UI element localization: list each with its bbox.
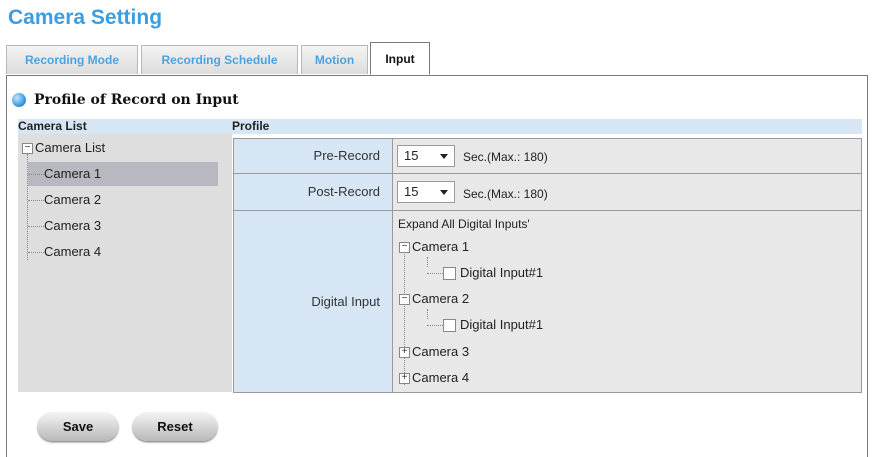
camera-list-header: Camera List (18, 119, 87, 133)
di-camera-4-label: Camera 4 (412, 370, 470, 385)
pre-record-cell: 15 Sec.(Max.: 180) (392, 138, 862, 174)
chevron-down-icon (440, 154, 448, 159)
tab-input[interactable]: Input (370, 42, 430, 75)
profile-header: Profile (232, 119, 270, 133)
tree-connector (404, 251, 405, 385)
di-camera-1-input-label: Digital Input#1 (460, 265, 544, 280)
post-record-value: 15 (404, 184, 419, 199)
page-title: Camera Setting (8, 6, 163, 29)
camera-4-label: Camera 4 (44, 244, 102, 259)
tree-branch-icon (28, 174, 44, 176)
di-camera-2-label: Camera 2 (412, 291, 470, 306)
tree-root-label: Camera List (35, 140, 106, 155)
di-input-node: Digital Input#1 (427, 317, 544, 333)
digital-input-label: Digital Input (233, 210, 393, 393)
save-button[interactable]: Save (38, 413, 118, 441)
section-bullet-icon (12, 93, 26, 107)
camera-1-label: Camera 1 (44, 166, 102, 181)
digital-input-checkbox[interactable] (443, 267, 456, 281)
di-camera-2-input-label: Digital Input#1 (460, 317, 544, 332)
di-camera-3-label: Camera 3 (412, 344, 470, 359)
tree-root[interactable]: − Camera List (22, 140, 105, 155)
collapse-icon[interactable]: − (22, 143, 33, 155)
collapse-icon[interactable]: − (399, 242, 410, 254)
tree-branch-icon (28, 226, 44, 228)
post-record-label: Post-Record (233, 173, 393, 211)
section-title: Profile of Record on Input (34, 92, 239, 108)
di-camera-node[interactable]: − Camera 1 (399, 239, 469, 254)
pre-record-hint: Sec.(Max.: 180) (463, 150, 548, 164)
di-camera-node[interactable]: + Camera 3 (399, 344, 469, 359)
camera-list-item[interactable]: Camera 4 (28, 240, 101, 264)
pre-record-label: Pre-Record (233, 138, 393, 174)
camera-2-label: Camera 2 (44, 192, 102, 207)
tree-branch-icon (28, 252, 44, 254)
tab-motion[interactable]: Motion (301, 45, 368, 74)
pre-record-select[interactable]: 15 (397, 145, 455, 167)
tree-branch-icon (28, 200, 44, 202)
di-camera-node[interactable]: + Camera 4 (399, 370, 469, 385)
chevron-down-icon (440, 190, 448, 195)
expand-icon[interactable]: + (399, 373, 410, 385)
table-header: Camera List Profile (18, 119, 862, 134)
di-input-node: Digital Input#1 (427, 265, 544, 281)
camera-list-item[interactable]: Camera 1 (28, 162, 218, 186)
post-record-hint: Sec.(Max.: 180) (463, 187, 548, 201)
digital-input-cell: Expand All Digital Inputs' − Camera 1 Dig… (392, 210, 862, 393)
pre-record-value: 15 (404, 148, 419, 163)
collapse-icon[interactable]: − (399, 294, 410, 306)
camera-list-item[interactable]: Camera 3 (28, 214, 101, 238)
tree-branch-icon (427, 325, 443, 327)
di-camera-1-label: Camera 1 (412, 239, 470, 254)
camera-list-item[interactable]: Camera 2 (28, 188, 101, 212)
camera-list-panel: − Camera List Camera 1 Camera 2 Camera 3 … (18, 134, 232, 392)
expand-icon[interactable]: + (399, 347, 410, 359)
post-record-select[interactable]: 15 (397, 181, 455, 203)
expand-all-link[interactable]: Expand All Digital Inputs' (398, 217, 530, 231)
di-camera-node[interactable]: − Camera 2 (399, 291, 469, 306)
camera-3-label: Camera 3 (44, 218, 102, 233)
tab-recording-schedule[interactable]: Recording Schedule (141, 45, 298, 74)
reset-button[interactable]: Reset (133, 413, 217, 441)
tab-bar: Recording Mode Recording Schedule Motion… (6, 42, 868, 76)
digital-input-checkbox[interactable] (443, 319, 456, 333)
tab-recording-mode[interactable]: Recording Mode (6, 45, 138, 74)
post-record-cell: 15 Sec.(Max.: 180) (392, 173, 862, 211)
tree-branch-icon (427, 273, 443, 275)
